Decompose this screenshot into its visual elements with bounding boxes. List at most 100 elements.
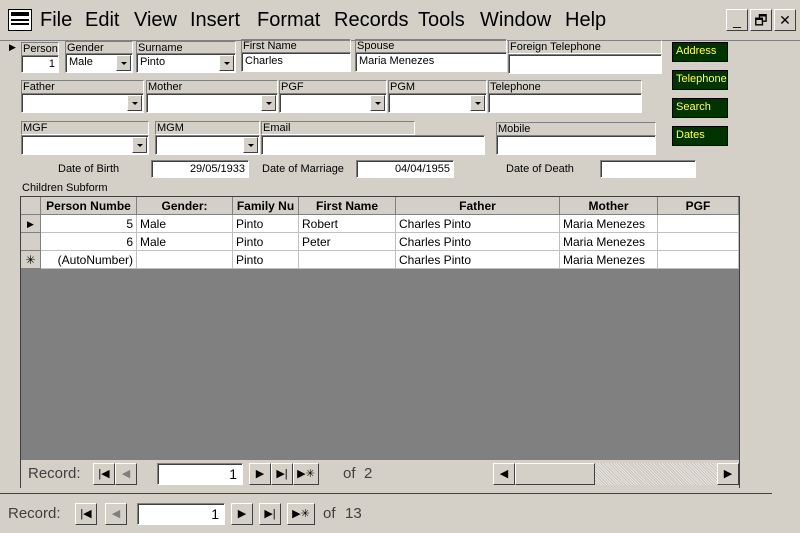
pgf-dropdown-icon[interactable] [370,95,385,111]
first-name-field[interactable]: Charles [241,52,351,72]
gender-combo[interactable]: Male [65,53,133,73]
menu-insert[interactable]: Insert [190,8,240,32]
new-record-icon[interactable]: ✳ [21,251,41,269]
table-cell[interactable]: Maria Menezes [560,215,658,233]
table-cell[interactable]: Maria Menezes [560,233,658,251]
table-cell[interactable] [299,251,396,269]
row-selector[interactable] [21,233,41,251]
last-record-icon[interactable]: ▶| [271,463,293,485]
scroll-left-icon[interactable]: ◀ [493,463,515,485]
mgf-combo[interactable] [21,135,149,155]
menu-edit[interactable]: Edit [85,8,119,32]
column-header-pgf[interactable]: PGF [658,197,739,215]
foreign-telephone-field[interactable] [508,54,662,74]
date-of-death-field[interactable] [600,160,696,178]
menu-format[interactable]: Format [257,8,320,32]
select-all-corner[interactable] [21,197,41,215]
address-button[interactable]: Address [672,42,728,62]
table-cell[interactable]: Robert [299,215,396,233]
pgf-combo[interactable] [279,93,387,113]
table-cell[interactable]: Charles Pinto [396,233,560,251]
column-header-father[interactable]: Father [396,197,560,215]
spouse-field[interactable]: Maria Menezes [355,52,507,72]
mgm-combo[interactable] [155,135,260,155]
spouse-label: Spouse [355,39,507,53]
table-cell[interactable] [658,251,739,269]
mobile-label: Mobile [496,122,656,136]
first-record-icon[interactable]: |◀ [93,463,115,485]
table-cell[interactable] [658,233,739,251]
main-new-record-icon[interactable]: ▶✳ [287,503,315,525]
mother-combo[interactable] [146,93,278,113]
person-label: Person [21,42,59,56]
telephone-button[interactable]: Telephone [672,70,728,90]
table-cell[interactable]: (AutoNumber) [41,251,137,269]
table-cell[interactable] [137,251,233,269]
person-field[interactable]: 1 [21,55,59,73]
table-cell[interactable]: Charles Pinto [396,215,560,233]
surname-value: Pinto [140,56,166,68]
pgm-dropdown-icon[interactable] [470,95,485,111]
date-of-birth-field[interactable]: 29/05/1933 [151,160,249,178]
column-header-person-number[interactable]: Person Numbe [41,197,137,215]
table-cell[interactable]: Maria Menezes [560,251,658,269]
mgf-dropdown-icon[interactable] [132,137,147,153]
row-selector-icon[interactable]: ▶ [21,215,41,233]
column-header-first-name[interactable]: First Name [299,197,396,215]
main-last-record-icon[interactable]: ▶| [259,503,281,525]
telephone-field[interactable] [488,93,642,113]
main-next-record-icon[interactable]: ▶ [231,503,253,525]
subform-record-navigation: Record: |◀ ◀ 1 ▶ ▶| ▶✳ of 2 ◀ ▶ [21,460,739,488]
date-of-death-label: Date of Death [506,163,574,175]
minimize-button[interactable]: _ [726,9,748,31]
column-header-mother[interactable]: Mother [560,197,658,215]
mobile-field[interactable] [496,135,656,155]
table-cell[interactable]: Pinto [233,233,299,251]
main-record-number-input[interactable]: 1 [137,503,225,525]
table-cell[interactable]: 5 [41,215,137,233]
table-cell[interactable]: Pinto [233,251,299,269]
father-label: Father [21,80,144,94]
father-dropdown-icon[interactable] [127,95,142,111]
table-cell[interactable]: Pinto [233,215,299,233]
horizontal-scroll-track[interactable] [595,463,717,485]
menu-view[interactable]: View [134,8,177,32]
date-of-marriage-field[interactable]: 04/04/1955 [356,160,454,178]
table-cell[interactable]: Male [137,215,233,233]
dates-button[interactable]: Dates [672,126,728,146]
column-header-gender[interactable]: Gender: [137,197,233,215]
gender-dropdown-icon[interactable] [116,55,131,71]
close-button[interactable]: ✕ [774,9,796,31]
menu-window[interactable]: Window [480,8,551,32]
scroll-right-icon[interactable]: ▶ [717,463,739,485]
main-first-record-icon[interactable]: |◀ [75,503,97,525]
horizontal-scroll-thumb[interactable] [515,463,595,485]
previous-record-icon[interactable]: ◀ [115,463,137,485]
mother-dropdown-icon[interactable] [261,95,276,111]
table-cell[interactable] [658,215,739,233]
main-previous-record-icon[interactable]: ◀ [105,503,127,525]
surname-dropdown-icon[interactable] [219,55,234,71]
menu-help[interactable]: Help [565,8,606,32]
father-combo[interactable] [21,93,144,113]
app-icon[interactable] [8,9,32,31]
table-cell[interactable]: Male [137,233,233,251]
email-field[interactable] [261,135,485,155]
menu-file[interactable]: File [40,8,72,32]
pgm-combo[interactable] [388,93,487,113]
table-cell[interactable]: Charles Pinto [396,251,560,269]
record-selector-icon[interactable]: ▶ [9,42,16,53]
search-button[interactable]: Search [672,98,728,118]
subform-record-number-input[interactable]: 1 [157,463,243,485]
next-record-icon[interactable]: ▶ [249,463,271,485]
divider [0,493,772,494]
mgm-dropdown-icon[interactable] [243,137,258,153]
restore-button[interactable]: 🗗 [750,9,772,31]
column-header-family-number[interactable]: Family Nu [233,197,299,215]
menu-records[interactable]: Records [334,8,408,32]
surname-combo[interactable]: Pinto [136,53,236,73]
new-record-nav-icon[interactable]: ▶✳ [293,463,319,485]
menu-tools[interactable]: Tools [418,8,465,32]
table-cell[interactable]: 6 [41,233,137,251]
table-cell[interactable]: Peter [299,233,396,251]
